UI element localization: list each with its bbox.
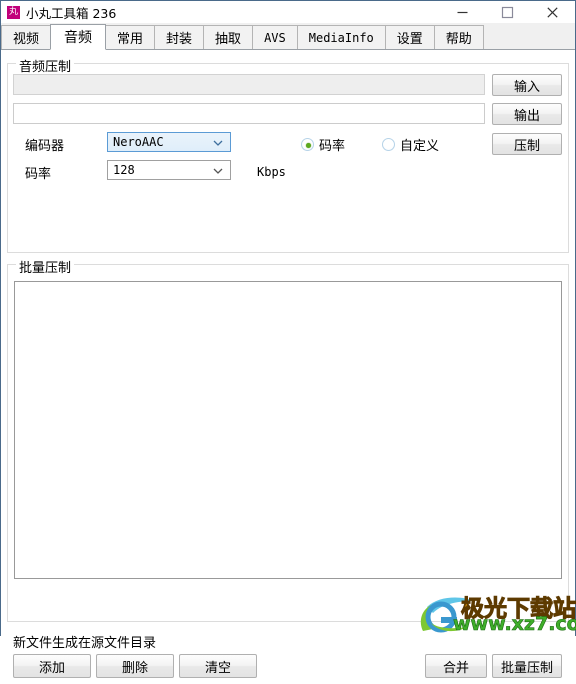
add-button[interactable]: 添加: [13, 654, 91, 678]
chevron-down-icon: [213, 137, 223, 147]
tab-avs[interactable]: AVS: [252, 25, 298, 49]
footer-bar: 新文件生成在源文件目录 添加 删除 清空 合并 批量压制: [1, 622, 575, 684]
encoder-label: 编码器: [25, 139, 65, 154]
output-location-note: 新文件生成在源文件目录: [13, 636, 157, 651]
radio-dot-icon: [301, 138, 314, 151]
encoder-select-value: NeroAAC: [113, 135, 164, 149]
maximize-icon: [501, 6, 514, 19]
input-browse-button[interactable]: 输入: [492, 74, 562, 96]
encode-button[interactable]: 压制: [492, 133, 562, 155]
bitrate-label: 码率: [25, 167, 52, 182]
tab-audio[interactable]: 音频: [50, 24, 107, 50]
batch-file-list[interactable]: [14, 281, 562, 579]
radio-mode-custom[interactable]: 自定义: [382, 135, 439, 154]
tab-common[interactable]: 常用: [105, 25, 156, 49]
window-controls: [440, 1, 575, 23]
app-icon: 丸: [7, 5, 20, 19]
output-browse-button[interactable]: 输出: [492, 103, 562, 125]
bitrate-select[interactable]: 128: [107, 160, 231, 180]
radio-mode-bitrate-label: 码率: [319, 139, 346, 154]
chevron-down-icon: [213, 165, 223, 175]
radio-mode-bitrate[interactable]: 码率: [301, 135, 345, 154]
tab-mediainfo[interactable]: MediaInfo: [296, 25, 386, 49]
batch-encode-button[interactable]: 批量压制: [492, 654, 562, 678]
bitrate-unit-label: Kbps: [257, 165, 286, 179]
bitrate-select-value: 128: [113, 163, 135, 177]
audio-encode-group-label: 音频压制: [16, 56, 75, 75]
close-icon: [546, 6, 559, 19]
radio-mode-custom-label: 自定义: [400, 139, 440, 154]
radio-dot-icon: [382, 138, 395, 151]
input-path-field[interactable]: [13, 74, 485, 95]
tab-panel-audio: 音频压制 输入 输出 压制 编码器 NeroAAC 码率 128 Kbps 码率: [1, 50, 575, 684]
app-window: 丸 小丸工具箱 236 视频 音频 常用 封装 抽取 AVS MediaInfo…: [0, 0, 576, 684]
maximize-button[interactable]: [485, 1, 530, 23]
minimize-button[interactable]: [440, 1, 485, 23]
batch-encode-group-label: 批量压制: [16, 257, 75, 276]
tab-extract[interactable]: 抽取: [203, 25, 254, 49]
clear-button[interactable]: 清空: [179, 654, 257, 678]
tab-settings[interactable]: 设置: [384, 25, 435, 49]
merge-button[interactable]: 合并: [425, 654, 487, 678]
encoder-select[interactable]: NeroAAC: [107, 132, 231, 152]
tab-bar: 视频 音频 常用 封装 抽取 AVS MediaInfo 设置 帮助: [1, 23, 575, 50]
title-bar: 丸 小丸工具箱 236: [1, 1, 575, 23]
close-button[interactable]: [530, 1, 575, 23]
minimize-icon: [456, 6, 469, 19]
tab-help[interactable]: 帮助: [433, 25, 484, 49]
tab-mux[interactable]: 封装: [154, 25, 205, 49]
window-title: 小丸工具箱 236: [26, 5, 117, 21]
output-path-field[interactable]: [13, 103, 485, 124]
delete-button[interactable]: 删除: [96, 654, 174, 678]
tab-video[interactable]: 视频: [1, 25, 52, 49]
